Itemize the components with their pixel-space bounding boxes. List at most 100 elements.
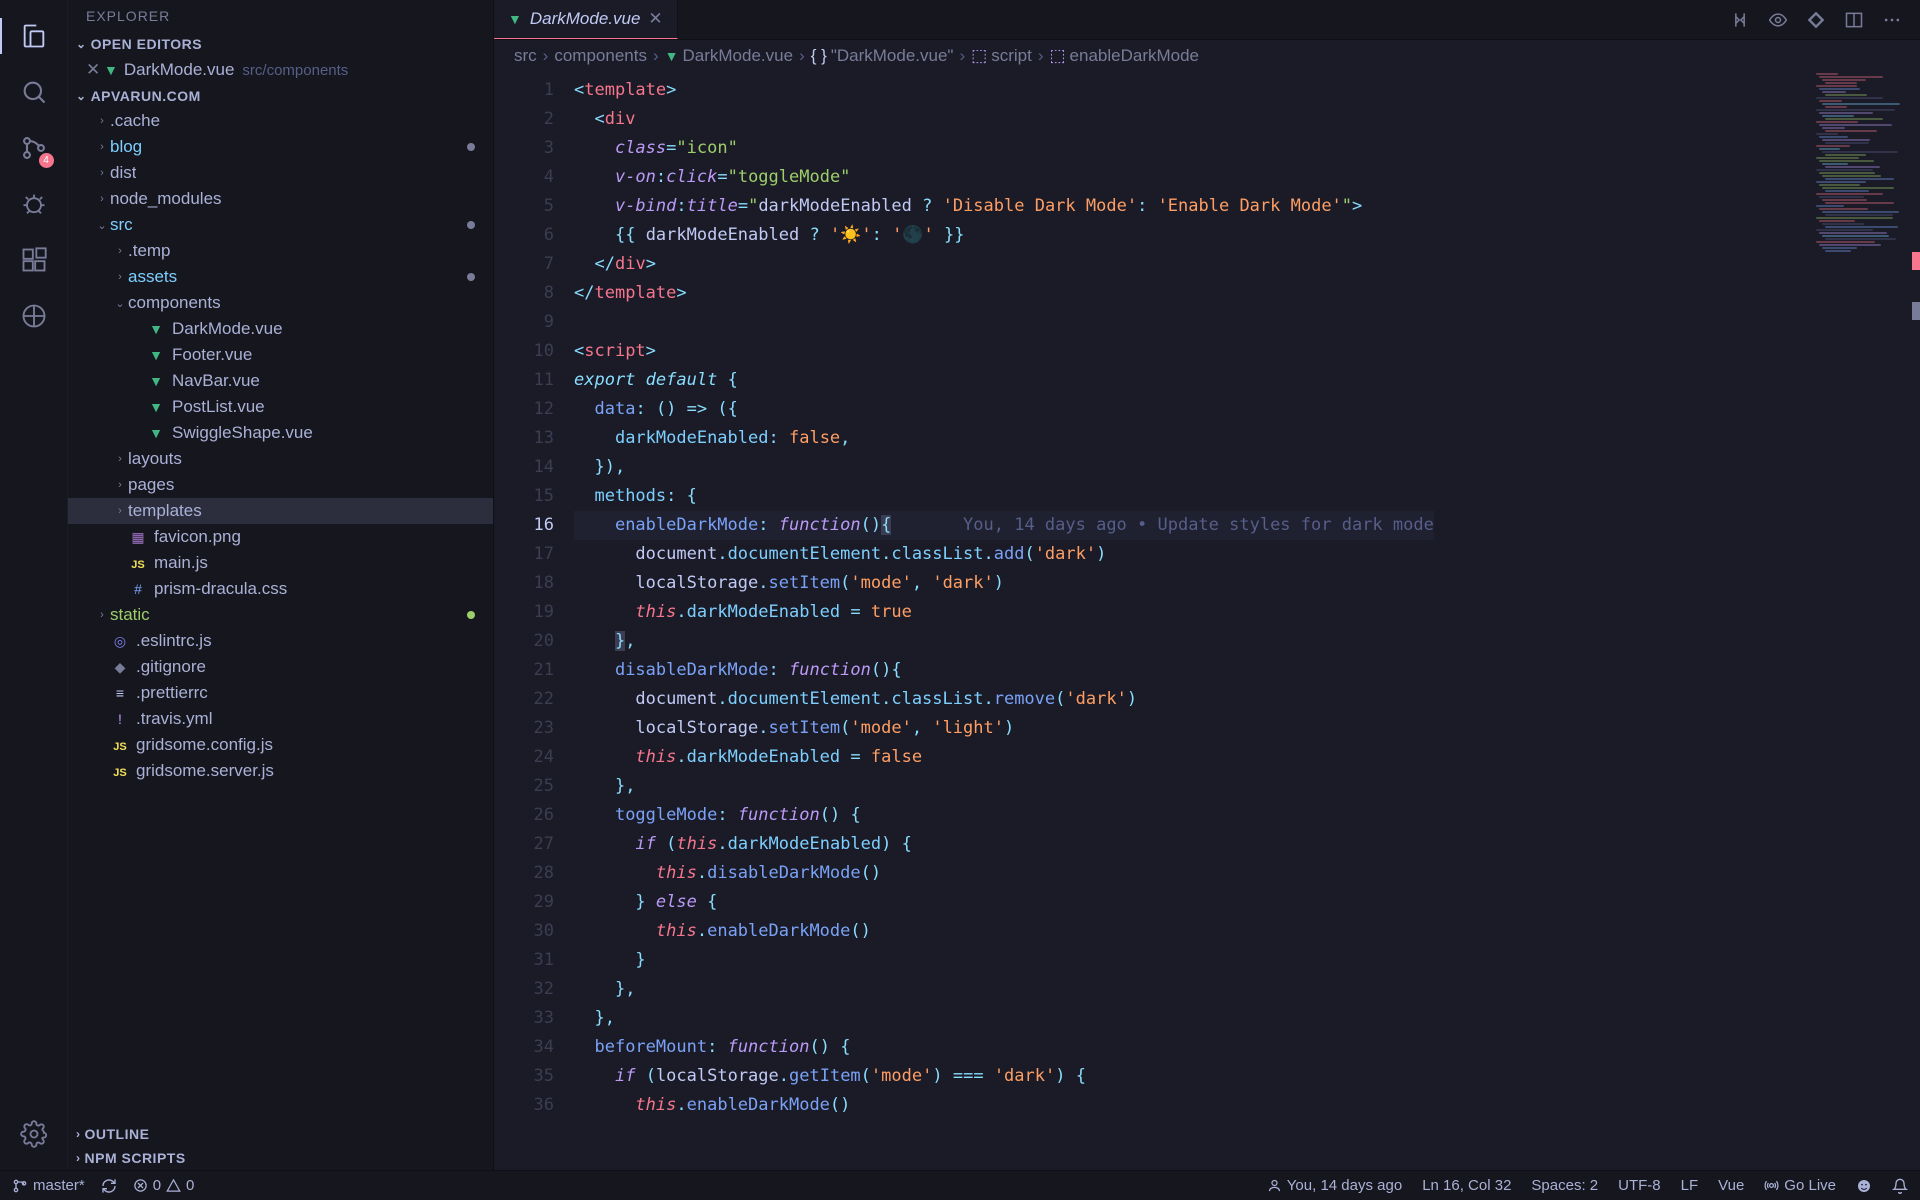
- bell-icon[interactable]: [1892, 1177, 1908, 1194]
- code-area[interactable]: <template> <div class="icon" v-on:click=…: [574, 72, 1434, 1170]
- code-line[interactable]: [574, 308, 1434, 337]
- code-line[interactable]: },: [574, 627, 1434, 656]
- code-line[interactable]: } else {: [574, 888, 1434, 917]
- code-line[interactable]: this.darkModeEnabled = true: [574, 598, 1434, 627]
- code-line[interactable]: </template>: [574, 279, 1434, 308]
- encoding[interactable]: UTF-8: [1618, 1177, 1661, 1194]
- search-icon[interactable]: [10, 68, 58, 116]
- code-line[interactable]: {{ darkModeEnabled ? '☀️': '🌑' }}: [574, 221, 1434, 250]
- indentation[interactable]: Spaces: 2: [1531, 1177, 1598, 1194]
- file-item[interactable]: ≡.prettierrc: [68, 680, 493, 706]
- breadcrumb-item[interactable]: ▼DarkMode.vue: [665, 46, 793, 66]
- folder-item[interactable]: ›.temp: [68, 238, 493, 264]
- code-line[interactable]: v-bind:title="darkModeEnabled ? 'Disable…: [574, 192, 1434, 221]
- breadcrumb-item[interactable]: ⬚enableDarkMode: [1049, 46, 1199, 66]
- outline-header[interactable]: › OUTLINE: [68, 1122, 493, 1146]
- source-control-icon[interactable]: 4: [10, 124, 58, 172]
- file-item[interactable]: JSgridsome.config.js: [68, 732, 493, 758]
- file-item[interactable]: ▼DarkMode.vue: [68, 316, 493, 342]
- breadcrumb-item[interactable]: src: [514, 46, 537, 66]
- folder-item[interactable]: ›node_modules: [68, 186, 493, 212]
- gitlens-blame[interactable]: You, 14 days ago: [1267, 1177, 1402, 1194]
- folder-item[interactable]: ⌄src: [68, 212, 493, 238]
- code-line[interactable]: export default {: [574, 366, 1434, 395]
- code-line[interactable]: methods: {: [574, 482, 1434, 511]
- code-line[interactable]: document.documentElement.classList.remov…: [574, 685, 1434, 714]
- npm-scripts-header[interactable]: › NPM SCRIPTS: [68, 1146, 493, 1170]
- code-line[interactable]: localStorage.setItem('mode', 'light'): [574, 714, 1434, 743]
- settings-gear-icon[interactable]: [10, 1110, 58, 1158]
- more-icon[interactable]: [1882, 10, 1902, 30]
- file-item[interactable]: !.travis.yml: [68, 706, 493, 732]
- minimap[interactable]: [1810, 72, 1920, 312]
- file-item[interactable]: ◆.gitignore: [68, 654, 493, 680]
- code-line[interactable]: darkModeEnabled: false,: [574, 424, 1434, 453]
- file-item[interactable]: ▼PostList.vue: [68, 394, 493, 420]
- code-line[interactable]: if (this.darkModeEnabled) {: [574, 830, 1434, 859]
- file-item[interactable]: JSgridsome.server.js: [68, 758, 493, 784]
- tab-darkmode[interactable]: ▼ DarkMode.vue ✕: [494, 0, 678, 39]
- file-item[interactable]: ▼NavBar.vue: [68, 368, 493, 394]
- editor-body[interactable]: 1234567891011121314151617181920212223242…: [494, 72, 1920, 1170]
- git-branch[interactable]: master*: [12, 1177, 85, 1194]
- file-item[interactable]: ▦favicon.png: [68, 524, 493, 550]
- code-line[interactable]: if (localStorage.getItem('mode') === 'da…: [574, 1062, 1434, 1091]
- breadcrumb-item[interactable]: { }"DarkMode.vue": [811, 46, 954, 66]
- file-item[interactable]: ▼Footer.vue: [68, 342, 493, 368]
- code-line[interactable]: this.darkModeEnabled = false: [574, 743, 1434, 772]
- folder-item[interactable]: ›pages: [68, 472, 493, 498]
- extensions-icon[interactable]: [10, 236, 58, 284]
- breadcrumb-item[interactable]: ⬚script: [971, 46, 1032, 66]
- folder-item[interactable]: ›dist: [68, 160, 493, 186]
- folder-item[interactable]: ›templates: [68, 498, 493, 524]
- project-header[interactable]: ⌄ APVARUN.COM: [68, 84, 493, 108]
- code-line[interactable]: disableDarkMode: function(){: [574, 656, 1434, 685]
- folder-item[interactable]: ›.cache: [68, 108, 493, 134]
- code-line[interactable]: }),: [574, 453, 1434, 482]
- feedback-icon[interactable]: [1856, 1177, 1872, 1194]
- file-item[interactable]: #prism-dracula.css: [68, 576, 493, 602]
- folder-item[interactable]: ⌄components: [68, 290, 493, 316]
- open-editor-item[interactable]: ✕ ▼ DarkMode.vue src/components: [68, 56, 493, 84]
- folder-item[interactable]: ›assets: [68, 264, 493, 290]
- code-line[interactable]: </div>: [574, 250, 1434, 279]
- code-line[interactable]: this.disableDarkMode(): [574, 859, 1434, 888]
- code-line[interactable]: beforeMount: function() {: [574, 1033, 1434, 1062]
- problems[interactable]: 0 0: [133, 1177, 195, 1194]
- code-line[interactable]: },: [574, 975, 1434, 1004]
- compare-icon[interactable]: [1730, 10, 1750, 30]
- code-line[interactable]: },: [574, 772, 1434, 801]
- code-line[interactable]: toggleMode: function() {: [574, 801, 1434, 830]
- remote-icon[interactable]: [10, 292, 58, 340]
- code-line[interactable]: data: () => ({: [574, 395, 1434, 424]
- file-item[interactable]: ◎.eslintrc.js: [68, 628, 493, 654]
- code-line[interactable]: }: [574, 946, 1434, 975]
- code-line[interactable]: <template>: [574, 76, 1434, 105]
- breadcrumbs[interactable]: src›components›▼DarkMode.vue›{ }"DarkMod…: [494, 40, 1920, 72]
- go-live[interactable]: Go Live: [1764, 1177, 1836, 1194]
- code-line[interactable]: <div: [574, 105, 1434, 134]
- breadcrumb-item[interactable]: components: [554, 46, 647, 66]
- close-icon[interactable]: ✕: [86, 60, 104, 80]
- eol[interactable]: LF: [1681, 1177, 1699, 1194]
- explorer-icon[interactable]: [10, 12, 58, 60]
- folder-item[interactable]: ›layouts: [68, 446, 493, 472]
- split-editor-icon[interactable]: [1844, 10, 1864, 30]
- folder-item[interactable]: ›static: [68, 602, 493, 628]
- close-icon[interactable]: ✕: [648, 9, 662, 29]
- sync-icon[interactable]: [101, 1178, 117, 1194]
- file-item[interactable]: JSmain.js: [68, 550, 493, 576]
- code-line[interactable]: this.enableDarkMode(): [574, 917, 1434, 946]
- code-line[interactable]: <script>: [574, 337, 1434, 366]
- language-mode[interactable]: Vue: [1718, 1177, 1744, 1194]
- open-editors-header[interactable]: ⌄ OPEN EDITORS: [68, 32, 493, 56]
- code-line[interactable]: localStorage.setItem('mode', 'dark'): [574, 569, 1434, 598]
- preview-icon[interactable]: [1768, 10, 1788, 30]
- cursor-position[interactable]: Ln 16, Col 32: [1422, 1177, 1511, 1194]
- git-icon[interactable]: [1806, 10, 1826, 30]
- code-line[interactable]: v-on:click="toggleMode": [574, 163, 1434, 192]
- folder-item[interactable]: ›blog: [68, 134, 493, 160]
- debug-icon[interactable]: [10, 180, 58, 228]
- code-line[interactable]: },: [574, 1004, 1434, 1033]
- code-line[interactable]: enableDarkMode: function(){ You, 14 days…: [574, 511, 1434, 540]
